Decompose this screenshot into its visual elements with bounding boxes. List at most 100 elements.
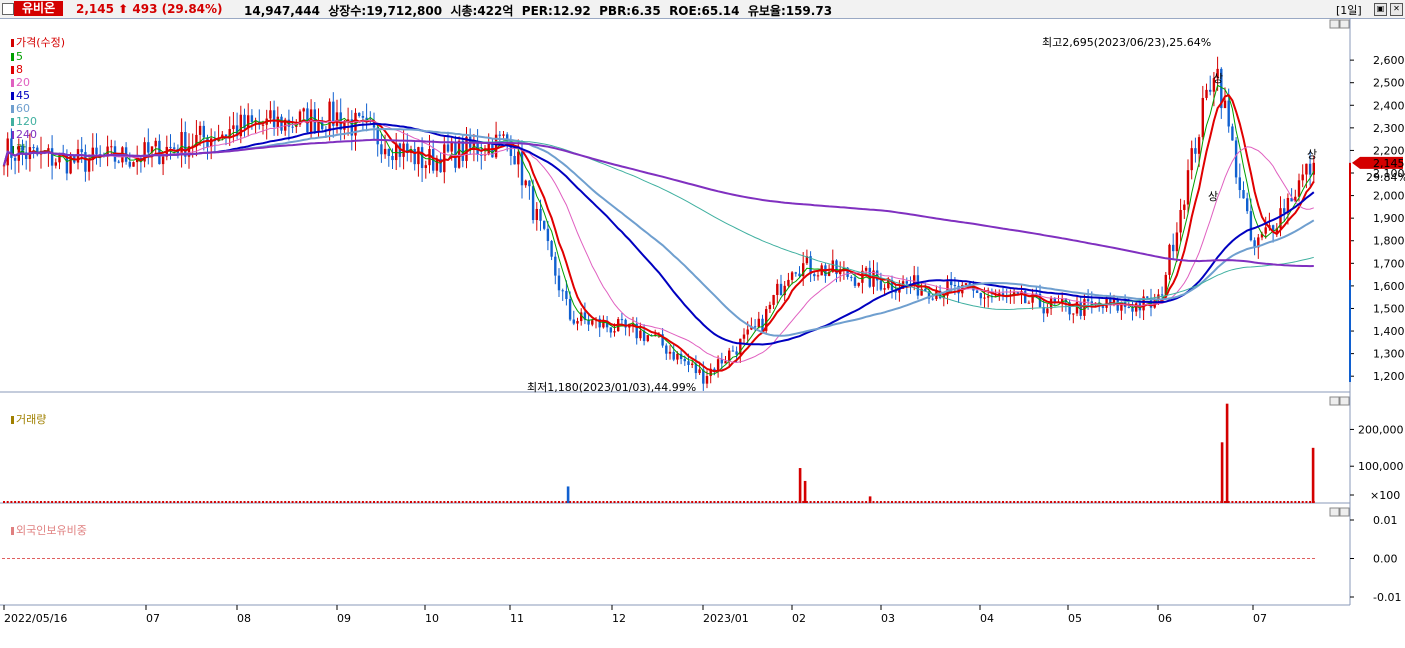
stock-chart[interactable]: 1,200 1,300 1,400 1,500 1,600 1,700 1,800 1,900… <box>0 0 1405 648</box>
candle-body <box>254 121 257 123</box>
volume-bar <box>432 501 435 503</box>
volume-bar <box>1101 501 1104 503</box>
x-tick-label: 09 <box>337 612 351 625</box>
volume-bar <box>1035 501 1038 503</box>
volume-bar <box>332 501 335 503</box>
volume-bar <box>861 501 864 503</box>
volume-bar <box>125 501 128 503</box>
volume-bar <box>968 501 971 503</box>
volume-bar <box>794 501 797 503</box>
candle-body <box>1283 208 1286 213</box>
candle-body <box>361 115 365 118</box>
volume-bar <box>776 501 779 503</box>
volume-bar <box>73 501 76 503</box>
volume-bar <box>657 501 660 503</box>
price-tick-label: 1,400 <box>1373 325 1405 338</box>
candle-body <box>1190 148 1193 171</box>
candle-body <box>206 137 209 147</box>
volume-bar <box>1209 501 1212 503</box>
candle-body <box>857 282 860 286</box>
volume-bar <box>1057 501 1060 503</box>
candle-body <box>531 186 535 221</box>
volume-bar <box>787 501 790 503</box>
candle-body <box>964 283 968 285</box>
volume-bar <box>1146 501 1149 503</box>
volume-bar <box>1050 501 1053 503</box>
candle-body <box>979 292 982 299</box>
volume-bar <box>313 501 316 503</box>
price-tick-label: 1,700 <box>1373 257 1405 270</box>
volume-bar <box>595 501 597 503</box>
volume-bar <box>225 501 227 503</box>
volume-bar <box>1164 501 1167 503</box>
volume-bar <box>324 501 327 503</box>
candle-body <box>1027 302 1031 304</box>
candle-body <box>413 148 416 165</box>
volume-bar <box>184 501 187 503</box>
volume-bar <box>1264 501 1267 503</box>
volume-bar <box>872 501 875 503</box>
volume-bar <box>857 501 860 503</box>
volume-bar <box>1064 501 1067 503</box>
volume-bar <box>102 501 105 503</box>
volume-bar <box>654 501 657 503</box>
volume-bar <box>876 501 879 503</box>
volume-bar <box>613 501 616 503</box>
candle-body <box>280 116 283 131</box>
volume-bar <box>62 501 65 503</box>
x-tick-label: 12 <box>612 612 626 625</box>
volume-bar <box>902 501 905 503</box>
volume-bar <box>817 501 819 503</box>
candle-body <box>517 151 520 165</box>
price-tick-label: 2,600 <box>1373 54 1405 67</box>
candle-body <box>683 359 686 362</box>
candle-body <box>450 142 453 152</box>
candle-body <box>95 147 98 155</box>
ma240-line <box>3 138 1314 268</box>
volume-bar <box>803 480 807 503</box>
candle-body <box>1201 97 1204 138</box>
volume-bar <box>580 501 583 503</box>
volume-bar <box>1127 501 1130 503</box>
volume-bar <box>6 501 9 503</box>
volume-bar <box>1061 501 1064 503</box>
volume-bar <box>891 501 893 503</box>
volume-bar <box>461 501 464 503</box>
candle-body <box>546 228 550 242</box>
volume-bar <box>472 501 475 503</box>
volume-bar <box>868 496 872 503</box>
volume-bar <box>154 501 157 503</box>
volume-bar <box>850 501 853 503</box>
volume-bar <box>421 501 424 503</box>
volume-bar <box>17 501 20 503</box>
volume-bar <box>1094 501 1097 503</box>
volume-bar <box>258 501 261 503</box>
volume-bar <box>132 501 135 503</box>
minimize-icon <box>1329 396 1340 406</box>
candle-body <box>261 124 265 126</box>
volume-bar <box>957 501 960 503</box>
volume-bar <box>54 501 57 503</box>
candle-body <box>461 140 464 161</box>
volume-bar <box>754 501 757 503</box>
volume-bar <box>824 501 827 503</box>
volume-bar <box>1083 501 1086 503</box>
candle-body <box>1227 100 1230 127</box>
volume-bar <box>979 501 982 503</box>
volume-bar <box>1024 501 1027 503</box>
volume-bar <box>380 501 383 503</box>
volume-bar <box>361 501 364 503</box>
volume-bar <box>191 501 194 503</box>
volume-bar <box>299 501 301 503</box>
candle-body <box>1135 303 1138 312</box>
volume-bar <box>276 501 279 503</box>
candle-body <box>731 350 735 352</box>
volume-bar <box>106 501 109 503</box>
candle-body <box>987 296 990 298</box>
foreign-tick-label: -0.01 <box>1373 591 1401 604</box>
volume-bar <box>391 501 394 503</box>
price-tick-label: 2,000 <box>1373 190 1405 203</box>
foreign-tick-label: 0.00 <box>1373 553 1398 566</box>
volume-bar <box>176 501 179 503</box>
volume-bar <box>739 501 742 503</box>
